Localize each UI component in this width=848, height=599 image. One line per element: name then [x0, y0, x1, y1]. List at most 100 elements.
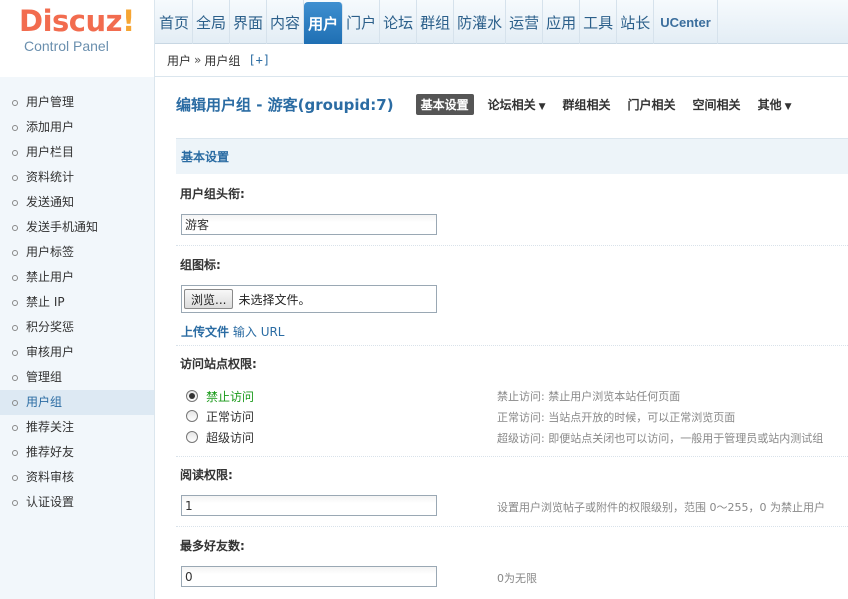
breadcrumb-current: 用户组 [204, 53, 241, 68]
bullet-icon [12, 374, 18, 381]
bullet-icon [12, 424, 18, 431]
divider [176, 526, 848, 527]
bullet-icon [12, 499, 18, 506]
tab-label: 其他 [757, 97, 782, 112]
bullet-icon [12, 299, 18, 306]
bullet-icon [12, 124, 18, 131]
breadcrumb-separator: » [194, 53, 202, 67]
max-friends-input[interactable] [181, 566, 437, 587]
page-title: 编辑用户组 - 游客(groupid:7) [176, 95, 394, 114]
nav-item-operation[interactable]: 运营 [506, 0, 544, 44]
nav-item-founder[interactable]: 站长 [617, 0, 655, 44]
nav-item-global[interactable]: 全局 [193, 0, 231, 44]
read-permission-label: 阅读权限: [180, 468, 233, 482]
top-bar: Discuz! Control Panel 首页 全局 界面 内容 用户 门户 … [0, 0, 848, 77]
divider [176, 345, 848, 346]
bullet-icon [12, 474, 18, 481]
caret-down-icon: ▼ [784, 101, 792, 112]
input-url-link[interactable]: 输入 URL [233, 325, 285, 339]
sidebar-item-profile-review[interactable]: 资料审核 [0, 465, 154, 490]
nav-item-users[interactable]: 用户 [304, 2, 344, 44]
sidebar-item-label: 推荐好友 [26, 445, 75, 459]
divider [176, 245, 848, 246]
radio-super-access[interactable]: 超级访问 [186, 429, 254, 445]
tab-space-related[interactable]: 空间相关 [693, 96, 741, 113]
sidebar-item-label: 添加用户 [26, 120, 75, 134]
sidebar-item-moderate-users[interactable]: 审核用户 [0, 340, 154, 365]
sidebar-item-label: 管理组 [26, 370, 63, 384]
sidebar-item-recommend-friends[interactable]: 推荐好友 [0, 440, 154, 465]
sidebar-item-label: 积分奖惩 [26, 320, 75, 334]
max-friends-label: 最多好友数: [180, 539, 245, 553]
nav-item-forum[interactable]: 论坛 [380, 0, 418, 44]
breadcrumb: 用户 » 用户组 [+] [155, 44, 848, 77]
sidebar-item-recommend-follow[interactable]: 推荐关注 [0, 415, 154, 440]
bullet-icon [12, 99, 18, 106]
sidebar-item-label: 资料审核 [26, 470, 75, 484]
nav-item-group[interactable]: 群组 [417, 0, 455, 44]
discuz-logo[interactable]: Discuz! [19, 4, 135, 38]
sidebar-item-label: 发送通知 [26, 195, 75, 209]
bullet-icon [12, 149, 18, 156]
hint-super-access: 超级访问: 即便站点关闭也可以访问，一般用于管理员或站内测试组 [497, 432, 824, 445]
upload-mode-links: 上传文件 输入 URL [181, 323, 285, 340]
sidebar-item-label: 审核用户 [26, 345, 75, 359]
browse-button[interactable]: 浏览... [184, 289, 234, 309]
sidebar-item-label: 用户标签 [26, 245, 75, 259]
upload-file-link[interactable]: 上传文件 [181, 325, 229, 339]
tab-group-related[interactable]: 群组相关 [563, 96, 611, 113]
bullet-icon [12, 399, 18, 406]
main-nav: 首页 全局 界面 内容 用户 门户 论坛 群组 防灌水 运营 应用 工具 站长 … [155, 0, 848, 44]
group-title-input[interactable] [181, 214, 437, 235]
sidebar-item-label: 禁止 IP [26, 295, 65, 309]
sidebar-item-label: 禁止用户 [26, 270, 75, 284]
hint-deny-access: 禁止访问: 禁止用户浏览本站任何页面 [497, 390, 681, 403]
sidebar-item-verify-settings[interactable]: 认证设置 [0, 490, 154, 515]
sidebar-item-user-groups[interactable]: 用户组 [0, 390, 154, 415]
sidebar-item-label: 资料统计 [26, 170, 75, 184]
tab-basic-settings[interactable]: 基本设置 [415, 93, 474, 115]
access-permission-label: 访问站点权限: [180, 357, 257, 371]
group-icon-file-input[interactable]: 浏览... 未选择文件。 [181, 285, 437, 313]
nav-item-home[interactable]: 首页 [155, 0, 194, 44]
radio-deny-access[interactable]: 禁止访问 [186, 388, 254, 404]
sidebar-item-user-tags[interactable]: 用户标签 [0, 240, 154, 265]
sidebar-item-credit-rewards[interactable]: 积分奖惩 [0, 315, 154, 340]
add-shortcut-button[interactable]: [+] [248, 53, 270, 67]
tab-other[interactable]: 其他 ▼ [758, 96, 792, 113]
logo-bang: ! [122, 4, 135, 38]
radio-label: 正常访问 [206, 409, 255, 424]
nav-item-content[interactable]: 内容 [267, 0, 305, 44]
bullet-icon [12, 449, 18, 456]
tab-forum-related[interactable]: 论坛相关 ▼ [488, 96, 546, 113]
bullet-icon [12, 199, 18, 206]
nav-item-tools[interactable]: 工具 [580, 0, 618, 44]
tab-portal-related[interactable]: 门户相关 [628, 96, 676, 113]
bullet-icon [12, 274, 18, 281]
sidebar-item-user-columns[interactable]: 用户栏目 [0, 140, 154, 165]
sidebar-item-ban-ip[interactable]: 禁止 IP [0, 290, 154, 315]
sidebar-item-ban-user[interactable]: 禁止用户 [0, 265, 154, 290]
nav-item-portal[interactable]: 门户 [343, 0, 381, 44]
nav-item-ucenter[interactable]: UCenter [654, 0, 718, 44]
read-permission-input[interactable] [181, 495, 437, 516]
sidebar-item-send-mobile-notice[interactable]: 发送手机通知 [0, 215, 154, 240]
main-content: 编辑用户组 - 游客(groupid:7) 基本设置 论坛相关 ▼ 群组相关 门户… [156, 77, 848, 599]
breadcrumb-root[interactable]: 用户 [167, 52, 191, 69]
sidebar-item-admin-groups[interactable]: 管理组 [0, 365, 154, 390]
nav-item-apps[interactable]: 应用 [543, 0, 581, 44]
radio-label: 超级访问 [206, 430, 255, 445]
sidebar-item-send-notice[interactable]: 发送通知 [0, 190, 154, 215]
radio-normal-access[interactable]: 正常访问 [186, 408, 254, 424]
bullet-icon [12, 324, 18, 331]
link-text: 输入 [232, 325, 257, 339]
sidebar-item-add-user[interactable]: 添加用户 [0, 115, 154, 140]
sidebar-item-profile-stats[interactable]: 资料统计 [0, 165, 154, 190]
sidebar-item-user-manage[interactable]: 用户管理 [0, 90, 154, 115]
nav-item-interface[interactable]: 界面 [230, 0, 268, 44]
bullet-icon [12, 349, 18, 356]
read-permission-hint: 设置用户浏览帖子或附件的权限级别，范围 0～255，0 为禁止用户 [497, 501, 825, 514]
nav-item-antispam[interactable]: 防灌水 [454, 0, 507, 44]
logo-subtitle: Control Panel [24, 38, 109, 54]
group-title-label: 用户组头衔: [180, 187, 245, 201]
